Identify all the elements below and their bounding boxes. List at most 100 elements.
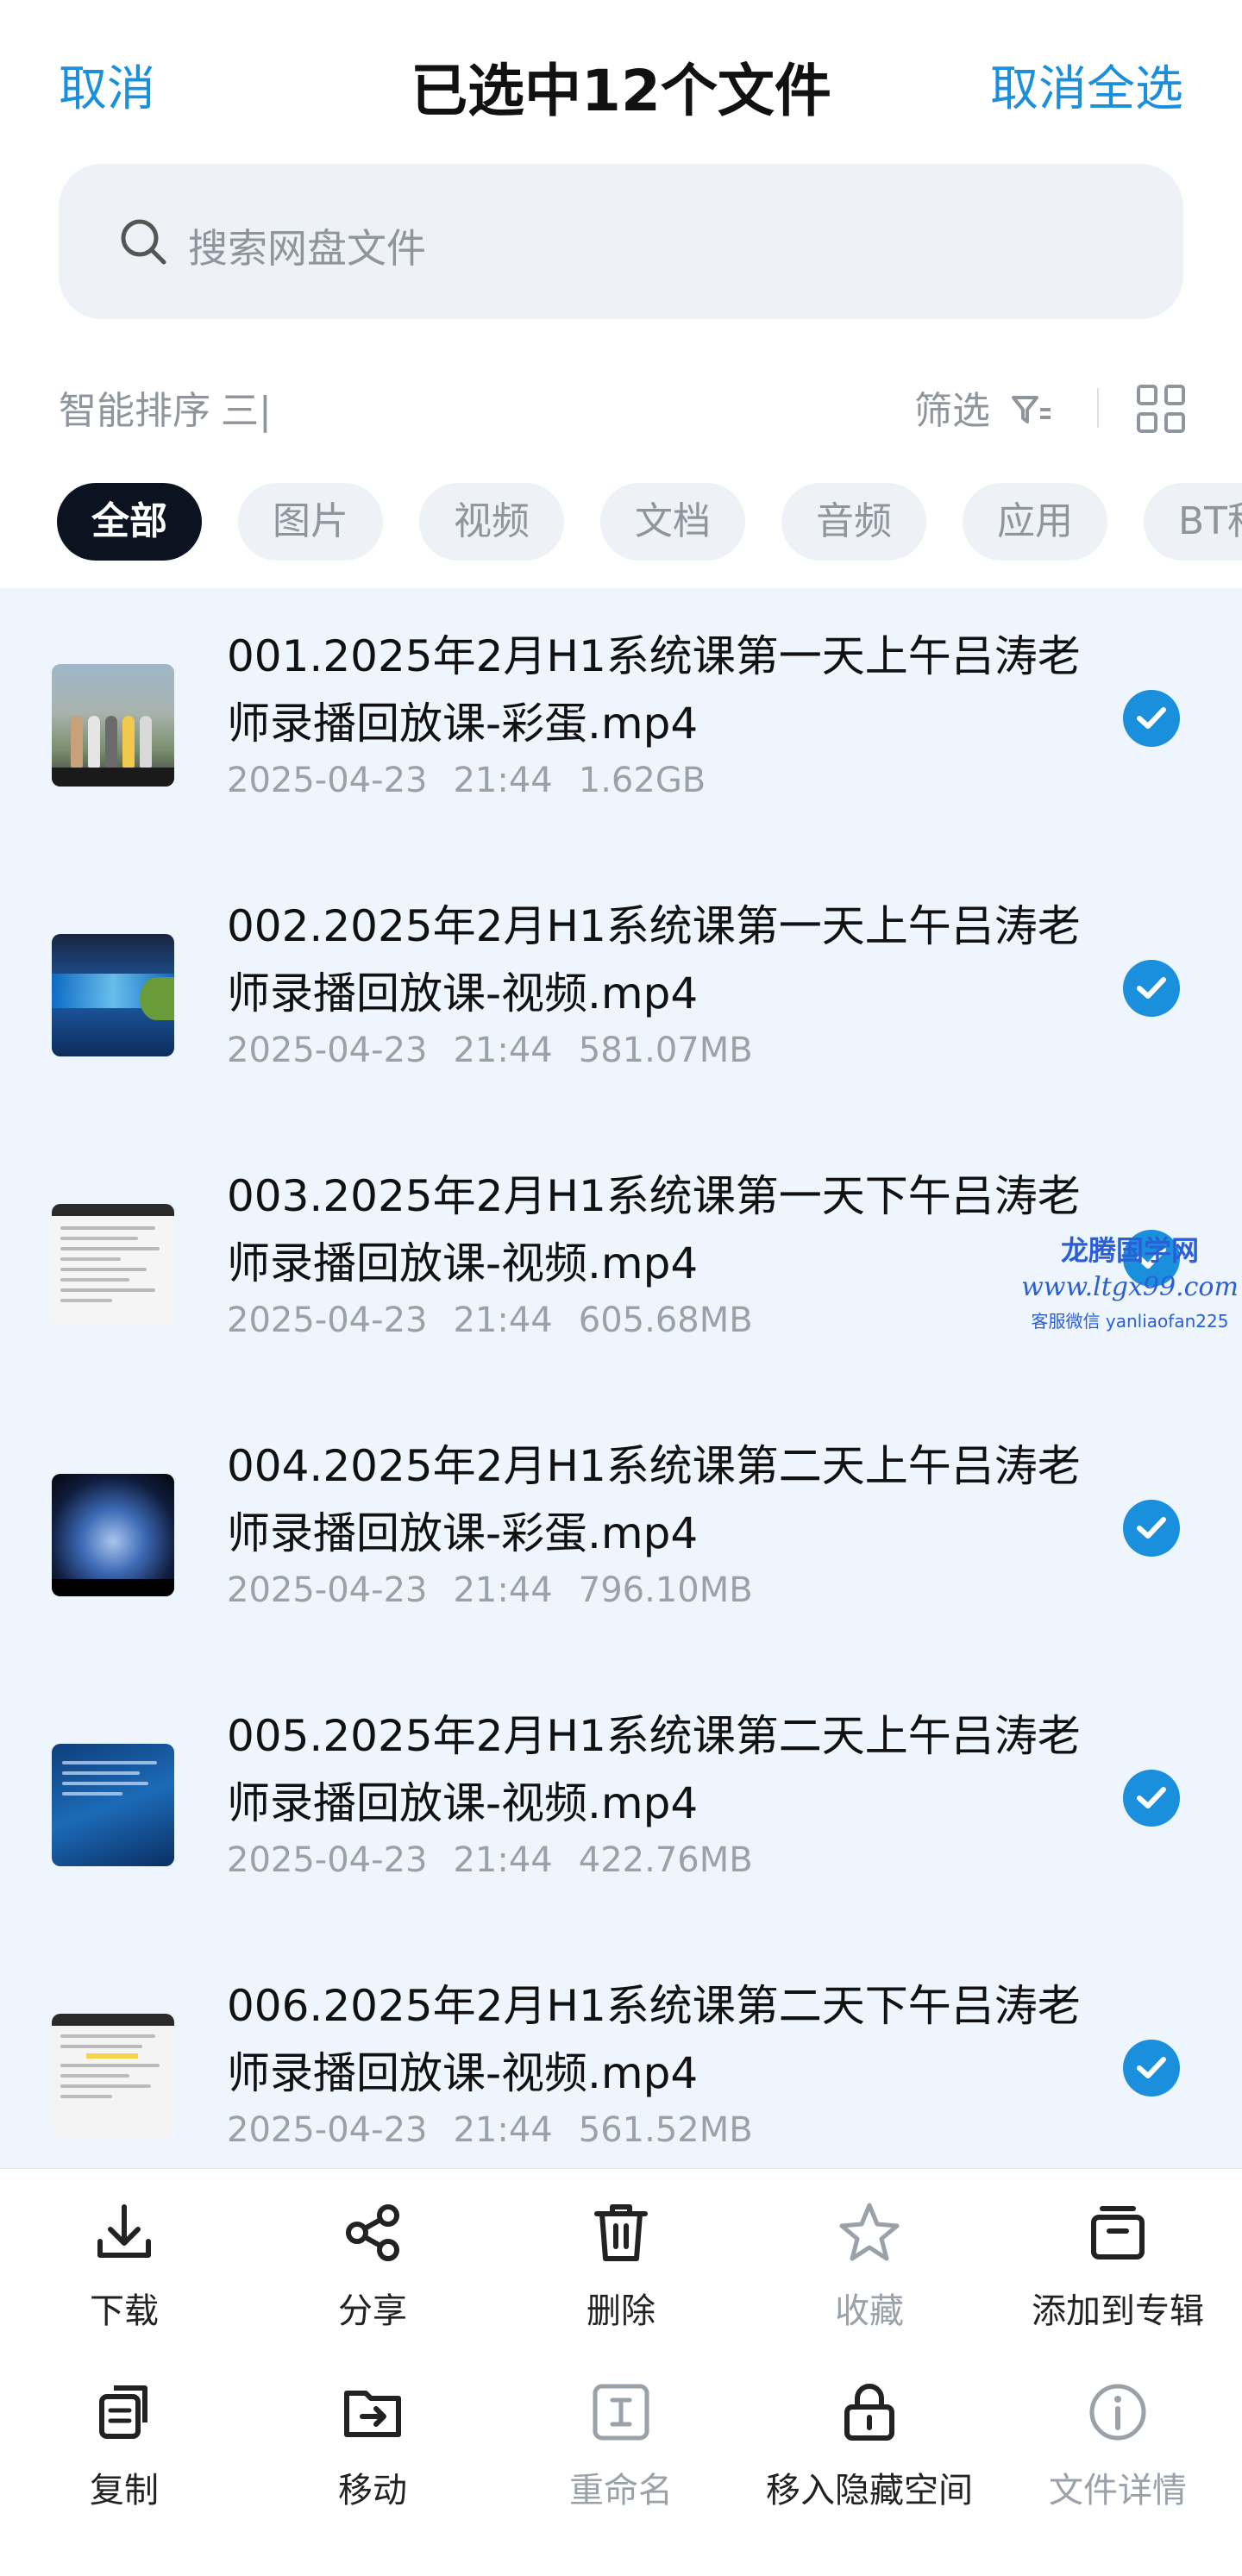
file-row[interactable]: 005.2025年2月H1系统课第二天上午吕涛老师录播回放课-视频.mp4 20…	[0, 1668, 1242, 1938]
sort-icon: 三|	[221, 389, 272, 433]
lock-icon	[844, 2384, 894, 2441]
sort-button[interactable]: 智能排序 三|	[59, 379, 272, 435]
tab-documents[interactable]: 文档	[600, 483, 745, 561]
file-date: 2025-04-23	[227, 1031, 428, 1070]
watermark-line2: www.ltgx99.com	[1021, 1272, 1239, 1302]
file-time: 21:44	[453, 1570, 553, 1610]
file-name: 003.2025年2月H1系统课第一天下午吕涛老师录播回放课-视频.mp4	[227, 1171, 1081, 1288]
file-thumbnail	[52, 934, 174, 1056]
action-label: 复制	[90, 2471, 159, 2510]
rename-button[interactable]: 重命名	[497, 2378, 745, 2512]
action-label: 分享	[338, 2291, 407, 2331]
action-label: 重命名	[569, 2471, 673, 2510]
file-size: 1.62GB	[578, 761, 706, 800]
file-name: 005.2025年2月H1系统课第二天上午吕涛老师录播回放课-视频.mp4	[227, 1711, 1081, 1828]
rename-icon	[593, 2384, 649, 2441]
search-icon	[121, 219, 166, 265]
file-meta: 2025-04-23 21:44 581.07MB	[227, 1031, 779, 1070]
share-icon	[346, 2204, 399, 2261]
action-label: 收藏	[835, 2291, 904, 2331]
category-tabs: 全部图片视频文档音频应用 BT种子	[57, 483, 1242, 561]
copy-button[interactable]: 复制	[0, 2378, 248, 2512]
file-thumbnail	[52, 2014, 174, 2136]
file-time: 21:44	[453, 761, 553, 800]
move-button[interactable]: 移动	[248, 2378, 497, 2512]
top-bar: 取消 已选中12个文件 取消全选	[0, 0, 1242, 155]
file-name: 001.2025年2月H1系统课第一天上午吕涛老师录播回放课-彩蛋.mp4	[227, 631, 1081, 749]
info-icon	[1089, 2384, 1146, 2441]
tab-apps[interactable]: 应用	[963, 483, 1107, 561]
download-button[interactable]: 下载	[0, 2198, 248, 2333]
action-label: 移动	[338, 2471, 407, 2510]
file-date: 2025-04-23	[227, 1301, 428, 1340]
selected-check-icon[interactable]	[1123, 1500, 1180, 1557]
search-input[interactable]: 搜索网盘文件	[59, 164, 1183, 319]
download-icon	[97, 2204, 151, 2258]
watermark-line3: 客服微信 yanliaofan225	[1031, 1311, 1229, 1332]
selected-check-icon[interactable]	[1123, 690, 1180, 747]
file-date: 2025-04-23	[227, 1840, 428, 1880]
file-details-button[interactable]: 文件详情	[994, 2378, 1242, 2512]
file-meta: 2025-04-23 21:44 561.52MB	[227, 2110, 779, 2150]
tab-all[interactable]: 全部	[57, 483, 202, 561]
action-label: 移入隐藏空间	[766, 2471, 973, 2510]
star-icon	[839, 2203, 900, 2261]
action-label: 删除	[586, 2291, 656, 2331]
file-row[interactable]: 006.2025年2月H1系统课第二天下午吕涛老师录播回放课-视频.mp4 20…	[0, 1938, 1242, 2168]
file-thumbnail	[52, 664, 174, 787]
file-name: 006.2025年2月H1系统课第二天下午吕涛老师录播回放课-视频.mp4	[227, 1981, 1081, 2098]
file-size: 796.10MB	[578, 1570, 753, 1610]
file-time: 21:44	[453, 1840, 553, 1880]
file-size: 422.76MB	[578, 1840, 753, 1880]
file-size: 605.68MB	[578, 1301, 753, 1340]
filter-button[interactable]: 筛选	[914, 379, 1052, 435]
tab-bt[interactable]: BT种子	[1144, 483, 1242, 561]
filter-icon	[1012, 396, 1051, 423]
filter-label: 筛选	[914, 389, 990, 433]
add-to-album-button[interactable]: 添加到专辑	[994, 2198, 1242, 2333]
tab-images[interactable]: 图片	[238, 483, 383, 561]
file-meta: 2025-04-23 21:44 422.76MB	[227, 1840, 779, 1880]
move-to-hidden-space-button[interactable]: 移入隐藏空间	[745, 2378, 994, 2512]
search-placeholder: 搜索网盘文件	[188, 225, 426, 272]
file-list: 001.2025年2月H1系统课第一天上午吕涛老师录播回放课-彩蛋.mp4 20…	[0, 588, 1242, 2168]
grid-view-icon[interactable]	[1135, 383, 1187, 435]
selected-check-icon[interactable]	[1123, 1770, 1180, 1827]
file-date: 2025-04-23	[227, 2110, 428, 2150]
file-date: 2025-04-23	[227, 761, 428, 800]
watermark-line1: 龙腾国学网	[1060, 1234, 1199, 1267]
file-time: 21:44	[453, 1031, 553, 1070]
file-time: 21:44	[453, 2110, 553, 2150]
action-bar: 下载 分享 删除 收藏 添加到专辑 复制 移动 重命名 移入隐藏空间 文件详情	[0, 2168, 1242, 2576]
file-row[interactable]: 004.2025年2月H1系统课第二天上午吕涛老师录播回放课-彩蛋.mp4 20…	[0, 1398, 1242, 1668]
selected-check-icon[interactable]	[1123, 960, 1180, 1017]
deselect-all-button[interactable]: 取消全选	[990, 50, 1183, 120]
file-thumbnail	[52, 1204, 174, 1326]
sort-label: 智能排序	[59, 389, 210, 433]
trash-icon	[594, 2204, 648, 2261]
file-meta: 2025-04-23 21:44 796.10MB	[227, 1570, 779, 1610]
file-size: 581.07MB	[578, 1031, 753, 1070]
file-name: 002.2025年2月H1系统课第一天上午吕涛老师录播回放课-视频.mp4	[227, 901, 1081, 1018]
file-thumbnail	[52, 1744, 174, 1866]
move-folder-icon	[344, 2391, 401, 2437]
file-thumbnail	[52, 1474, 174, 1596]
selected-check-icon[interactable]	[1123, 2040, 1180, 2097]
watermark: 龙腾国学网 www.ltgx99.com 客服微信 yanliaofan225	[1018, 1229, 1242, 1332]
delete-button[interactable]: 删除	[497, 2198, 745, 2333]
action-label: 下载	[90, 2291, 159, 2331]
file-row[interactable]: 001.2025年2月H1系统课第一天上午吕涛老师录播回放课-彩蛋.mp4 20…	[0, 588, 1242, 858]
share-button[interactable]: 分享	[248, 2198, 497, 2333]
file-meta: 2025-04-23 21:44 605.68MB	[227, 1301, 779, 1340]
action-label: 文件详情	[1049, 2471, 1187, 2510]
file-meta: 2025-04-23 21:44 1.62GB	[227, 761, 731, 800]
album-icon	[1091, 2206, 1145, 2259]
file-row[interactable]: 002.2025年2月H1系统课第一天上午吕涛老师录播回放课-视频.mp4 20…	[0, 858, 1242, 1128]
copy-icon	[99, 2385, 147, 2439]
tab-videos[interactable]: 视频	[419, 483, 564, 561]
toolbar-divider	[1097, 388, 1099, 428]
favorite-button[interactable]: 收藏	[745, 2198, 994, 2333]
action-label: 添加到专辑	[1032, 2291, 1204, 2331]
tab-audio[interactable]: 音频	[781, 483, 926, 561]
file-size: 561.52MB	[578, 2110, 753, 2150]
